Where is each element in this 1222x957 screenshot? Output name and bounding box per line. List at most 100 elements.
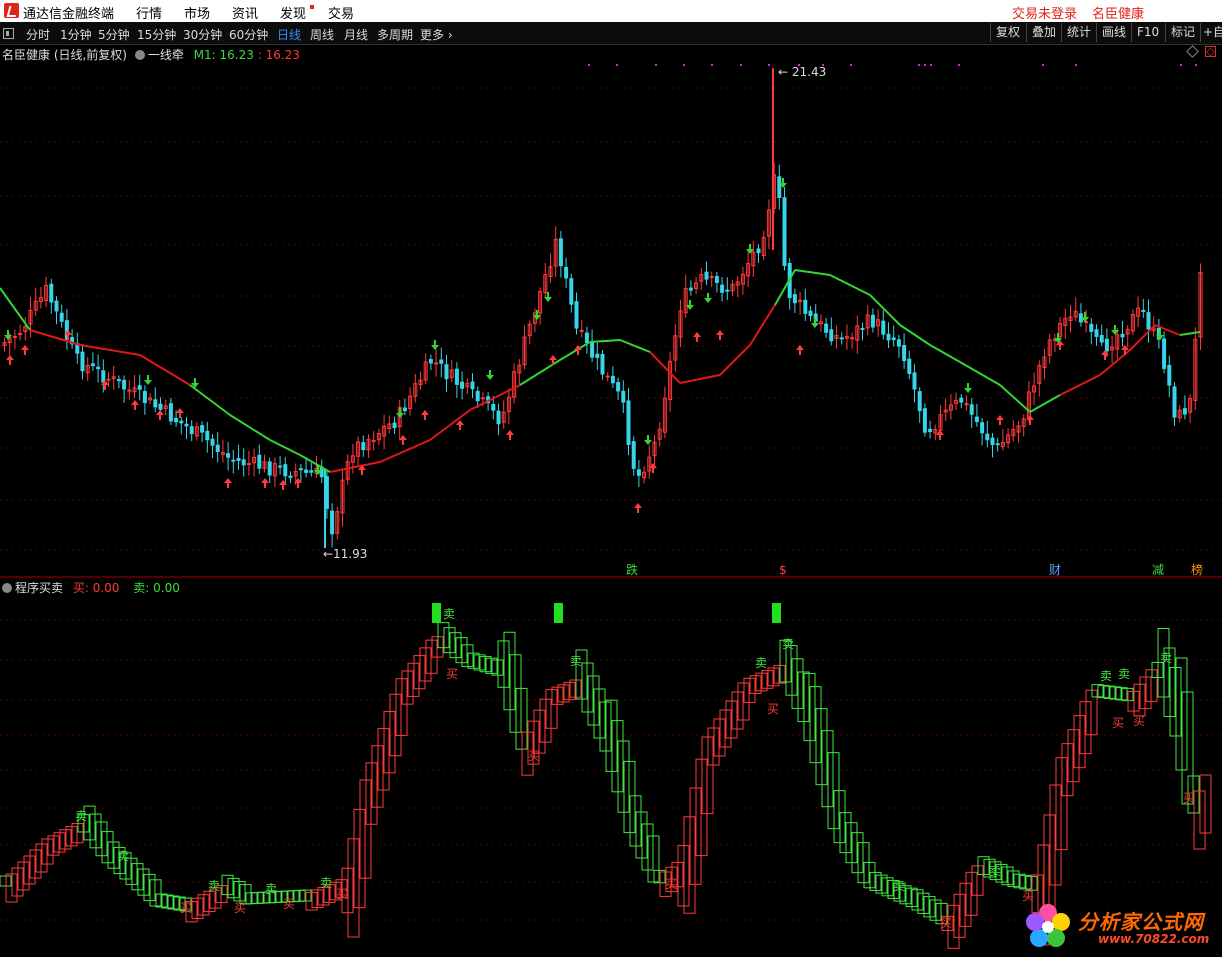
candle-body <box>168 403 173 422</box>
candle-body <box>777 176 782 199</box>
candle-body <box>631 441 636 469</box>
candle-body <box>959 397 964 403</box>
candle-body <box>215 444 220 453</box>
candle-body <box>824 323 829 333</box>
candle-body <box>912 372 917 390</box>
candle-body <box>205 430 210 441</box>
sell-arrow-icon <box>431 340 439 350</box>
watermark-url: www.70822.com <box>1098 932 1210 946</box>
event-dot <box>711 64 713 66</box>
sub-chart-title[interactable]: 程序买卖 <box>15 581 63 595</box>
sell-marker: 卖 <box>265 882 277 896</box>
event-dot <box>616 64 618 66</box>
candle-body <box>330 510 335 535</box>
candle-body <box>460 381 465 389</box>
candle-body <box>564 266 569 279</box>
candle-body <box>402 407 407 412</box>
candle-body <box>995 443 1000 446</box>
moving-average-segment <box>1129 324 1156 351</box>
candle-body <box>1089 323 1094 332</box>
m1-label: M1: <box>193 48 216 62</box>
high-price-label: ← 21.43 <box>778 65 826 79</box>
sub-indicator-dropdown-icon[interactable] <box>2 583 12 593</box>
moving-average-segment <box>679 374 721 384</box>
buy-marker: 买 <box>180 901 192 915</box>
candle-body <box>267 461 272 476</box>
indicator-dropdown-icon[interactable] <box>134 50 145 60</box>
event-label-2: 财 <box>1049 563 1061 577</box>
candle-body <box>1104 338 1109 352</box>
candle-body <box>226 453 231 458</box>
sell-marker: 卖 <box>1118 667 1130 681</box>
close-icon[interactable]: ◇ <box>1205 46 1216 57</box>
candle-body <box>1167 364 1172 386</box>
sub-chart-legend: 程序买卖 买: 0.00 卖: 0.00 <box>2 579 180 596</box>
buy-marker: 买 <box>767 702 779 716</box>
candle-body <box>829 329 834 342</box>
sell-marker: 卖 <box>320 876 332 890</box>
candle-body <box>444 364 449 380</box>
candle-body <box>600 353 605 375</box>
event-dot <box>588 64 590 66</box>
candle-body <box>439 359 444 364</box>
candle-body <box>569 278 574 305</box>
moving-average-segment <box>189 384 231 416</box>
sell-marker: 卖 <box>75 809 87 823</box>
candle-body <box>475 390 480 402</box>
sell-marker: 卖 <box>989 864 1001 878</box>
moving-average-segment <box>1059 374 1101 396</box>
candle-body <box>1141 309 1146 312</box>
candle-body <box>1172 386 1177 418</box>
candle-body <box>558 238 563 267</box>
candle-body <box>54 300 59 312</box>
main-chart-legend: 名臣健康 (日线,前复权) 一线牵 M1: 16.23 : 16.23 <box>2 46 300 63</box>
candle-body <box>1120 333 1125 338</box>
candle-body <box>974 416 979 423</box>
candle-body <box>782 197 787 267</box>
moving-average-segment <box>829 274 871 296</box>
candle-body <box>304 469 309 473</box>
candle-body <box>142 391 147 404</box>
m1-value: 16.23 <box>219 48 254 62</box>
event-dot <box>798 64 800 66</box>
candle-body <box>803 299 808 314</box>
candle-body <box>839 337 844 340</box>
event-label-0: 跌 <box>626 562 638 577</box>
candle-body <box>158 403 163 410</box>
event-dot <box>1042 64 1044 66</box>
candle-body <box>725 289 730 292</box>
buy-marker: 买 <box>446 667 458 681</box>
moving-average-segment <box>929 344 961 363</box>
candle-body <box>850 337 855 340</box>
moving-average-segment <box>719 344 751 376</box>
sell-arrow-icon <box>396 408 404 418</box>
buy-arrow-icon <box>1101 350 1109 360</box>
candle-body <box>626 400 631 446</box>
buy-arrow-icon <box>693 332 701 342</box>
sell-arrow-icon <box>704 293 712 303</box>
candle-body <box>870 314 875 328</box>
event-label-1: $ <box>779 563 787 577</box>
candle-body <box>1146 312 1151 330</box>
sell-arrow-icon <box>486 370 494 380</box>
candle-body <box>792 294 797 304</box>
buy-arrow-icon <box>261 478 269 488</box>
indicator-name[interactable]: 一线牵 <box>148 48 184 62</box>
moving-average-segment <box>0 287 31 331</box>
candle-body <box>496 410 501 425</box>
sell-marker: 卖 <box>570 654 582 668</box>
buy-arrow-icon <box>176 408 184 418</box>
event-dot <box>740 64 742 66</box>
sell-arrow-icon <box>144 375 152 385</box>
event-dot <box>930 64 932 66</box>
event-dot <box>1180 64 1182 66</box>
candle-body <box>231 459 236 462</box>
event-dot <box>1195 64 1197 66</box>
sell-marker: 卖 <box>1100 669 1112 683</box>
event-label-4: 榜 <box>1191 562 1203 577</box>
buy-arrow-icon <box>156 410 164 420</box>
signal-bar <box>772 603 781 623</box>
event-dot <box>822 64 824 66</box>
candle-body <box>922 408 927 433</box>
kline-chart-canvas[interactable]: ← 21.43←11.93跌 $ 财减榜卖卖卖卖卖卖卖 卖卖卖卖卖 卖卖买买买买买买买买… <box>0 0 1222 957</box>
